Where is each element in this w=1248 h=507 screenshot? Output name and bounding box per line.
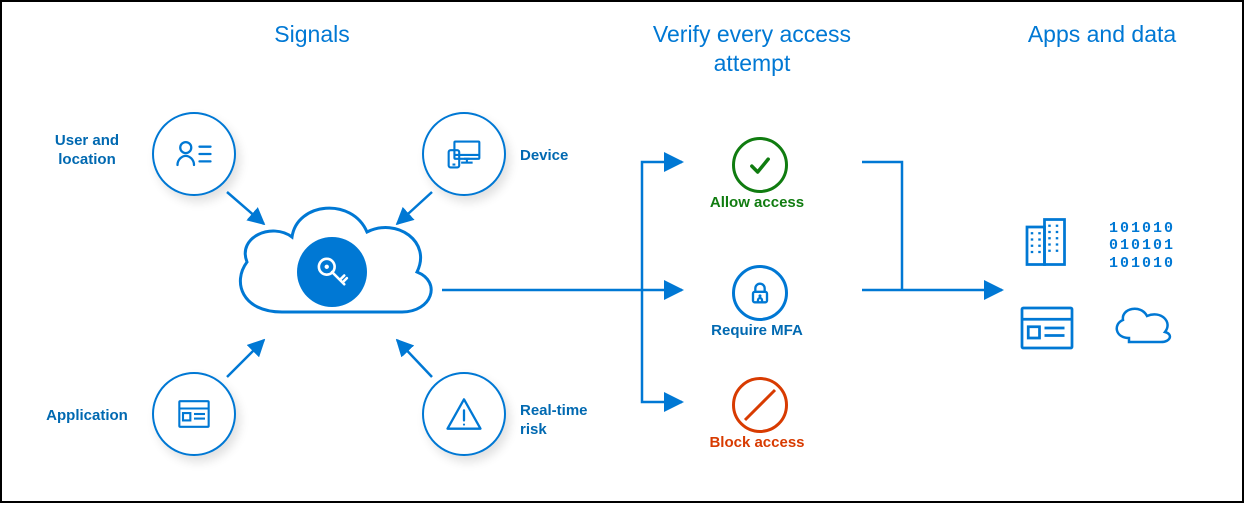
label-mfa: Require MFA [702, 322, 812, 339]
block-badge [732, 377, 788, 433]
label-block: Block access [702, 434, 812, 451]
building-icon [1017, 212, 1077, 272]
label-allow: Allow access [702, 194, 812, 211]
cloud-small-icon [1107, 302, 1177, 354]
mfa-badge [732, 265, 788, 321]
binary-data-icon: 101010 010101 101010 [1109, 220, 1175, 272]
app-window-icon [1017, 302, 1077, 354]
allow-badge [732, 137, 788, 193]
checkmark-icon [746, 151, 774, 179]
lock-person-icon [746, 279, 774, 307]
diagram-frame: Signals Verify every access attempt Apps… [0, 0, 1244, 503]
block-slash-icon [735, 380, 785, 430]
